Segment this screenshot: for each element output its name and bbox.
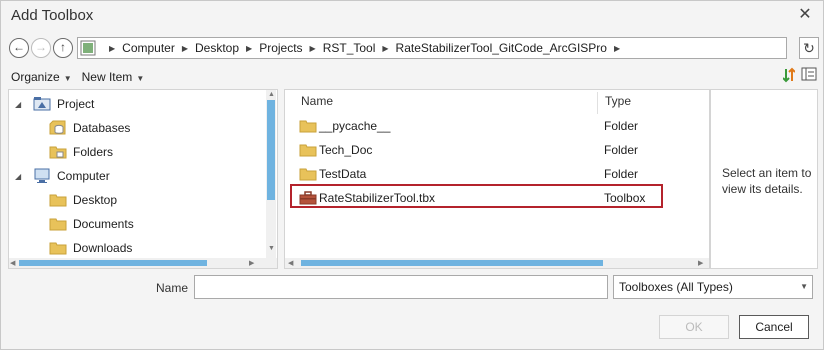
chevron-down-icon: ▼ <box>136 74 145 83</box>
name-label: Name <box>156 281 189 295</box>
database-icon <box>49 120 67 136</box>
computer-icon <box>33 168 51 184</box>
file-type-value: Toolboxes (All Types) <box>619 280 733 294</box>
row-name: TestData <box>319 167 367 181</box>
list-row[interactable]: TestData Folder <box>291 163 661 185</box>
back-arrow-icon[interactable]: ← <box>9 38 29 58</box>
tree-item-label: Documents <box>73 217 134 231</box>
breadcrumb-rst-tool[interactable]: RST_Tool <box>323 41 376 55</box>
navigation-tree-pane: ◢ Project Databases Folders ◢ Computer D… <box>8 89 278 269</box>
tree-item-label: Computer <box>57 169 110 183</box>
new-item-menu[interactable]: New Item ▼ <box>82 70 145 84</box>
address-bar[interactable]: ▶ Computer ▶ Desktop ▶ Projects ▶ RST_To… <box>77 37 787 59</box>
column-divider[interactable] <box>597 92 598 114</box>
name-input[interactable] <box>194 275 608 299</box>
tree-item-project[interactable]: ◢ Project <box>15 93 94 115</box>
scroll-left-icon[interactable]: ◀ <box>10 259 15 267</box>
tree-item-folders[interactable]: Folders <box>49 141 113 163</box>
row-name: Tech_Doc <box>319 143 373 157</box>
tree-item-label: Project <box>57 97 95 111</box>
details-pane: Select an item to view its details. <box>710 89 818 269</box>
view-options-icon[interactable] <box>801 67 817 84</box>
forward-arrow-icon[interactable]: → <box>31 38 51 58</box>
row-type: Folder <box>604 167 639 181</box>
breadcrumb-separator-icon: ▶ <box>109 43 116 53</box>
breadcrumb-projects[interactable]: Projects <box>259 41 302 55</box>
folder-icon <box>49 192 67 208</box>
breadcrumb-separator-icon: ▶ <box>181 43 188 53</box>
tree-item-label: Folders <box>73 145 114 159</box>
list-horizontal-scrollbar[interactable]: ◀ ▶ <box>285 258 709 268</box>
scroll-down-icon[interactable]: ▼ <box>268 245 275 252</box>
folder-icon <box>49 240 67 256</box>
breadcrumb-separator-icon[interactable]: ▶ <box>614 44 620 53</box>
column-header-type[interactable]: Type <box>605 94 631 108</box>
tree-horizontal-scroll-thumb[interactable] <box>19 260 207 266</box>
ok-button[interactable]: OK <box>659 315 729 339</box>
chevron-down-icon: ▼ <box>63 74 72 83</box>
chevron-down-icon: ▼ <box>800 282 808 291</box>
expander-icon[interactable]: ◢ <box>15 172 25 181</box>
window-title: Add Toolbox <box>11 7 94 24</box>
tree-item-label: Downloads <box>73 241 133 255</box>
tree-vertical-scroll-thumb[interactable] <box>267 100 275 200</box>
row-type: Folder <box>604 143 639 157</box>
file-type-select[interactable]: Toolboxes (All Types) ▼ <box>613 275 813 299</box>
tree-horizontal-scrollbar[interactable]: ◀ ▶ <box>9 258 277 268</box>
tree-item-label: Desktop <box>73 193 118 207</box>
sort-icon[interactable] <box>782 67 796 86</box>
breadcrumb-separator-icon: ▶ <box>382 43 389 53</box>
tree-item-documents[interactable]: Documents <box>49 213 134 235</box>
tree-item-desktop[interactable]: Desktop <box>49 189 117 211</box>
breadcrumb-computer[interactable]: Computer <box>122 41 175 55</box>
breadcrumb-separator-icon: ▶ <box>246 43 253 53</box>
folder-icon <box>299 166 317 182</box>
tree-item-label: Databases <box>73 121 131 135</box>
new-item-label: New Item <box>81 70 133 84</box>
file-list-pane: Name Type __pycache__ Folder Tech_Doc Fo… <box>284 89 710 269</box>
scroll-right-icon[interactable]: ▶ <box>698 259 703 267</box>
list-row[interactable]: Tech_Doc Folder <box>291 139 661 161</box>
list-row[interactable]: __pycache__ Folder <box>291 115 661 137</box>
tree-item-databases[interactable]: Databases <box>49 117 130 139</box>
title-bar: Add Toolbox ✕ <box>1 1 823 31</box>
cancel-button[interactable]: Cancel <box>739 315 809 339</box>
toolbar: Organize ▼ New Item ▼ <box>11 69 154 85</box>
selection-highlight-box <box>290 184 663 208</box>
folder-icon <box>49 144 67 160</box>
add-toolbox-dialog: Add Toolbox ✕ ← → ↑ ▶ Computer ▶ Desktop… <box>0 0 824 350</box>
close-icon[interactable]: ✕ <box>795 5 815 25</box>
scroll-up-icon[interactable]: ▲ <box>268 91 275 98</box>
project-icon <box>33 96 51 112</box>
tree-item-downloads[interactable]: Downloads <box>49 237 132 259</box>
organize-label: Organize <box>11 70 60 84</box>
refresh-icon[interactable]: ↻ <box>799 37 819 59</box>
navigation-row: ← → ↑ ▶ Computer ▶ Desktop ▶ Projects ▶ … <box>9 37 819 59</box>
location-icon <box>80 40 96 56</box>
scroll-left-icon[interactable]: ◀ <box>288 259 293 267</box>
details-placeholder-text: Select an item to view its details. <box>722 166 812 196</box>
scroll-right-icon[interactable]: ▶ <box>249 259 254 267</box>
up-arrow-icon[interactable]: ↑ <box>53 38 73 58</box>
folder-icon <box>299 142 317 158</box>
breadcrumb-ratestabilizertool-gitcode[interactable]: RateStabilizerTool_GitCode_ArcGISPro <box>396 41 607 55</box>
organize-menu[interactable]: Organize ▼ <box>11 70 72 84</box>
folder-icon <box>49 216 67 232</box>
expander-icon[interactable]: ◢ <box>15 100 25 109</box>
breadcrumb-separator-icon: ▶ <box>309 43 316 53</box>
tree-vertical-scrollbar[interactable]: ▲ ▼ <box>266 90 276 258</box>
tree-item-computer[interactable]: ◢ Computer <box>15 165 110 187</box>
row-type: Folder <box>604 119 639 133</box>
column-header-name[interactable]: Name <box>301 94 333 108</box>
folder-icon <box>299 118 317 134</box>
breadcrumb-desktop[interactable]: Desktop <box>195 41 239 55</box>
list-horizontal-scroll-thumb[interactable] <box>301 260 603 266</box>
row-name: __pycache__ <box>319 119 391 133</box>
